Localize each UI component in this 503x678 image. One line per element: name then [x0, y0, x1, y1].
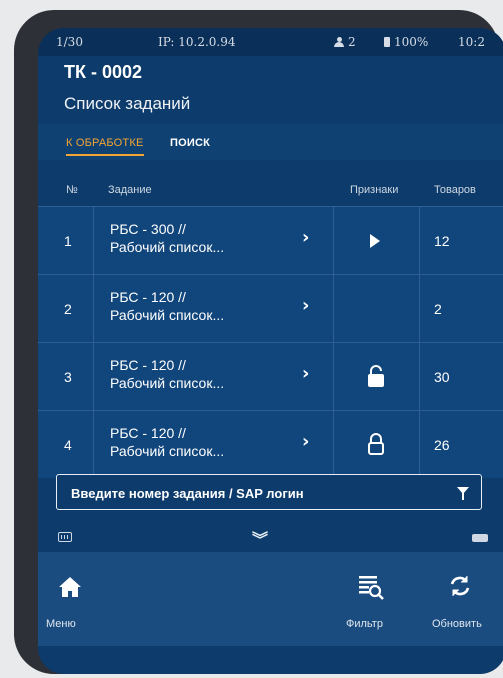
task-search-field[interactable] [56, 474, 482, 510]
play-icon [370, 234, 380, 248]
task-cell[interactable]: РБС - 120 // Рабочий список... › [94, 343, 334, 411]
chevron-right-icon[interactable]: › [302, 295, 309, 316]
row-number-cell: 3 [38, 343, 94, 411]
page-title: ТК - 0002 [64, 62, 143, 82]
keyboard-icon[interactable] [58, 532, 72, 542]
user-icon [334, 37, 344, 47]
menu-label: Меню [46, 618, 76, 630]
column-flags: Признаки [350, 184, 399, 196]
table-row[interactable]: 1 РБС - 300 // Рабочий список... › 12 [38, 206, 503, 275]
battery-icon [384, 37, 390, 47]
clock: 10:2 [458, 35, 485, 49]
task-text: РБС - 120 // Рабочий список... [110, 288, 224, 324]
row-number: 3 [64, 369, 72, 385]
refresh-button[interactable]: Обновить [418, 552, 503, 646]
task-cell[interactable]: РБС - 120 // Рабочий список... › [94, 275, 334, 343]
filter-funnel-icon[interactable] [457, 487, 469, 500]
table-row[interactable]: 2 РБС - 120 // Рабочий список... › 2 [38, 274, 503, 343]
items-cell: 2 [420, 275, 503, 343]
column-task: Задание [108, 184, 152, 196]
task-cell[interactable]: РБС - 300 // Рабочий список... › [94, 207, 334, 275]
home-icon [59, 577, 81, 597]
task-search-input[interactable] [71, 484, 431, 502]
status-bar: 1/30 IP: 10.2.0.94 2 100% 10:2 [38, 28, 503, 56]
task-text: РБС - 300 // Рабочий список... [110, 220, 224, 256]
refresh-icon [450, 576, 470, 596]
task-code: РБС - 300 // [110, 221, 186, 237]
items-count: 26 [434, 437, 450, 453]
users-count: 2 [334, 35, 356, 49]
filter-button[interactable]: Фильтр [330, 552, 420, 646]
items-cell: 12 [420, 207, 503, 275]
items-cell: 30 [420, 343, 503, 411]
flags-cell [334, 207, 420, 275]
keyboard-toggle-row: ︾ [38, 526, 503, 550]
bottom-navigation: Меню Фильтр Обновить [38, 552, 503, 646]
task-code: РБС - 120 // [110, 357, 186, 373]
app-screen: 1/30 IP: 10.2.0.94 2 100% 10:2 ТК - 0002… [38, 28, 503, 674]
flags-cell [334, 411, 420, 479]
chevron-right-icon[interactable]: › [302, 363, 309, 384]
task-text: РБС - 120 // Рабочий список... [110, 424, 224, 460]
column-items: Товаров [434, 184, 476, 196]
row-number-cell: 4 [38, 411, 94, 479]
battery-level: 100% [384, 35, 428, 49]
page-subtitle: Список заданий [64, 94, 191, 113]
table-header: № Задание Признаки Товаров [38, 168, 503, 202]
keyboard-hide-icon[interactable] [472, 534, 488, 542]
page-indicator: 1/30 [56, 35, 83, 49]
task-description: Рабочий список... [110, 443, 225, 459]
tab-search[interactable]: ПОИСК [170, 137, 210, 149]
table-row[interactable]: 3 РБС - 120 // Рабочий список... › 30 [38, 342, 503, 411]
items-count: 12 [434, 233, 450, 249]
filter-list-search-icon [359, 576, 384, 600]
menu-button[interactable]: Меню [38, 552, 128, 646]
filter-label: Фильтр [346, 618, 383, 630]
task-code: РБС - 120 // [110, 289, 186, 305]
flags-cell [334, 275, 420, 343]
lock-closed-icon [368, 365, 384, 387]
items-cell: 26 [420, 411, 503, 479]
items-count: 30 [434, 369, 450, 385]
chevron-right-icon[interactable]: › [302, 431, 309, 452]
tab-bar: К ОБРАБОТКЕ ПОИСК [38, 124, 503, 160]
ip-address: IP: 10.2.0.94 [158, 35, 236, 49]
table-row[interactable]: 4 РБС - 120 // Рабочий список... › 26 [38, 410, 503, 479]
task-text: РБС - 120 // Рабочий список... [110, 356, 224, 392]
row-number-cell: 1 [38, 207, 94, 275]
lock-outline-icon [368, 433, 384, 455]
task-code: РБС - 120 // [110, 425, 186, 441]
tab-to-process[interactable]: К ОБРАБОТКЕ [66, 137, 144, 156]
task-description: Рабочий список... [110, 239, 225, 255]
task-cell[interactable]: РБС - 120 // Рабочий список... › [94, 411, 334, 479]
row-number: 2 [64, 301, 72, 317]
row-number-cell: 2 [38, 275, 94, 343]
row-number: 1 [64, 233, 72, 249]
task-description: Рабочий список... [110, 375, 225, 391]
items-count: 2 [434, 301, 442, 317]
refresh-label: Обновить [432, 618, 482, 630]
flags-cell [334, 343, 420, 411]
double-chevron-down-icon[interactable]: ︾ [252, 526, 268, 550]
row-number: 4 [64, 437, 72, 453]
chevron-right-icon[interactable]: › [302, 227, 309, 248]
column-number: № [66, 184, 78, 196]
task-description: Рабочий список... [110, 307, 225, 323]
